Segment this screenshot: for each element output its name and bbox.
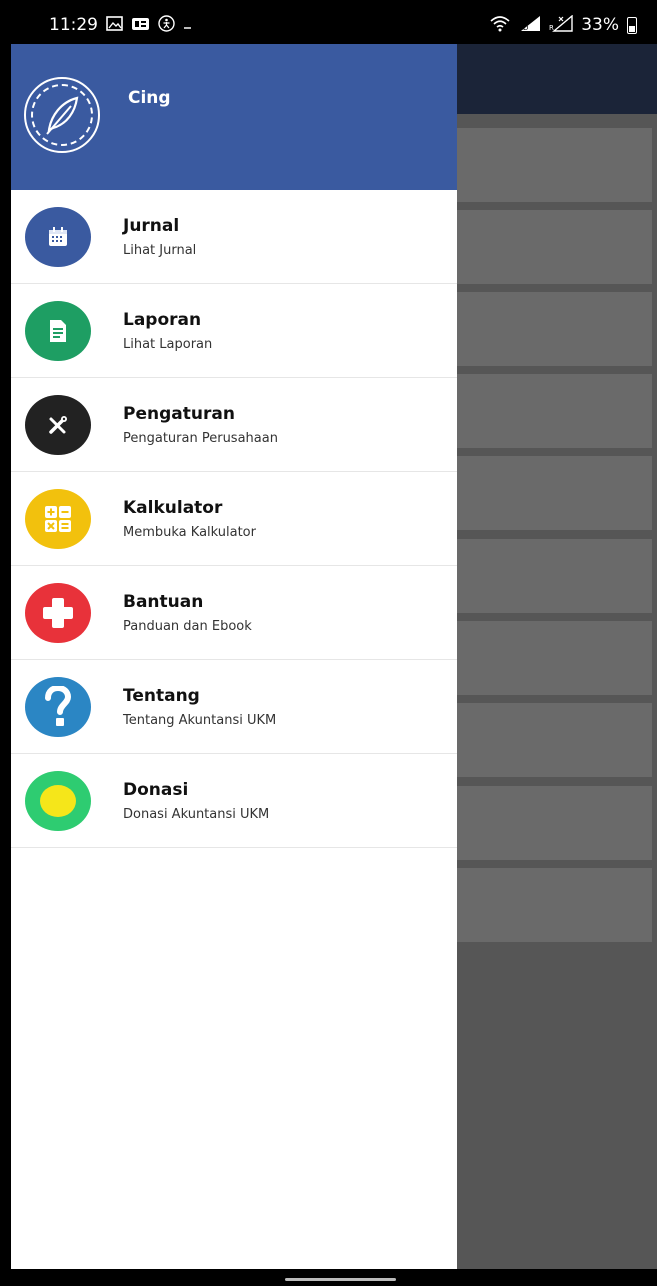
background-card bbox=[455, 868, 652, 942]
signal-x-icon: R bbox=[549, 14, 573, 35]
calendar-icon bbox=[25, 207, 91, 267]
background-card bbox=[455, 210, 652, 284]
menu-item-bantuan[interactable]: Bantuan Panduan dan Ebook bbox=[11, 566, 457, 660]
status-left: 11:29 bbox=[49, 15, 193, 35]
drawer-header: Cing bbox=[11, 44, 457, 190]
menu-item-kalkulator[interactable]: Kalkulator Membuka Kalkulator bbox=[11, 472, 457, 566]
menu-item-donasi[interactable]: Donasi Donasi Akuntansi UKM bbox=[11, 754, 457, 848]
gesture-nav-handle[interactable] bbox=[285, 1278, 396, 1281]
accessibility-icon bbox=[158, 15, 175, 35]
message-icon bbox=[131, 17, 150, 34]
background-card bbox=[455, 374, 652, 448]
menu-item-subtitle: Donasi Akuntansi UKM bbox=[123, 807, 270, 822]
phone-screen: 11:29 D R 33% Cing Jurnal Lihat Jurnal L… bbox=[11, 6, 657, 1269]
battery-percent: 33% bbox=[581, 15, 619, 35]
background-card bbox=[455, 703, 652, 777]
menu-item-title: Pengaturan bbox=[123, 404, 235, 424]
menu-item-title: Bantuan bbox=[123, 592, 204, 612]
svg-text:D: D bbox=[523, 24, 528, 32]
menu-item-pengaturan[interactable]: Pengaturan Pengaturan Perusahaan bbox=[11, 378, 457, 472]
calculator-icon bbox=[25, 489, 91, 549]
svg-text:R: R bbox=[549, 24, 554, 32]
avatar[interactable] bbox=[24, 77, 100, 153]
menu-item-subtitle: Pengaturan Perusahaan bbox=[123, 431, 278, 446]
menu-item-jurnal[interactable]: Jurnal Lihat Jurnal bbox=[11, 190, 457, 284]
status-bar: 11:29 D R 33% bbox=[11, 6, 657, 44]
coin-icon bbox=[25, 771, 91, 831]
status-right: D R 33% bbox=[489, 14, 637, 35]
menu-item-title: Kalkulator bbox=[123, 498, 223, 518]
image-icon bbox=[106, 16, 123, 34]
menu-item-tentang[interactable]: Tentang Tentang Akuntansi UKM bbox=[11, 660, 457, 754]
menu-item-title: Laporan bbox=[123, 310, 202, 330]
wifi-icon bbox=[489, 15, 511, 35]
menu-item-subtitle: Tentang Akuntansi UKM bbox=[123, 713, 277, 728]
menu-item-subtitle: Lihat Laporan bbox=[123, 337, 213, 352]
tools-icon bbox=[25, 395, 91, 455]
menu-item-title: Tentang bbox=[123, 686, 200, 706]
feather-icon bbox=[46, 96, 79, 135]
menu-item-subtitle: Membuka Kalkulator bbox=[123, 525, 256, 540]
menu-item-laporan[interactable]: Laporan Lihat Laporan bbox=[11, 284, 457, 378]
dash-icon bbox=[183, 17, 193, 33]
background-card bbox=[455, 292, 652, 366]
user-name: Cing bbox=[128, 88, 171, 108]
menu-item-subtitle: Panduan dan Ebook bbox=[123, 619, 252, 634]
question-icon bbox=[25, 677, 91, 737]
background-card bbox=[455, 456, 652, 530]
status-time: 11:29 bbox=[49, 15, 98, 35]
menu-item-title: Jurnal bbox=[123, 216, 180, 236]
background-card bbox=[455, 621, 652, 695]
menu-item-subtitle: Lihat Jurnal bbox=[123, 243, 197, 258]
signal-icon: D bbox=[519, 15, 541, 35]
battery-icon bbox=[627, 16, 637, 34]
navigation-drawer: Cing Jurnal Lihat Jurnal Laporan Lihat L… bbox=[11, 44, 457, 1269]
background-card bbox=[455, 539, 652, 613]
background-card bbox=[455, 128, 652, 202]
menu-item-title: Donasi bbox=[123, 780, 189, 800]
plus-icon bbox=[25, 583, 91, 643]
document-icon bbox=[25, 301, 91, 361]
background-card bbox=[455, 786, 652, 860]
